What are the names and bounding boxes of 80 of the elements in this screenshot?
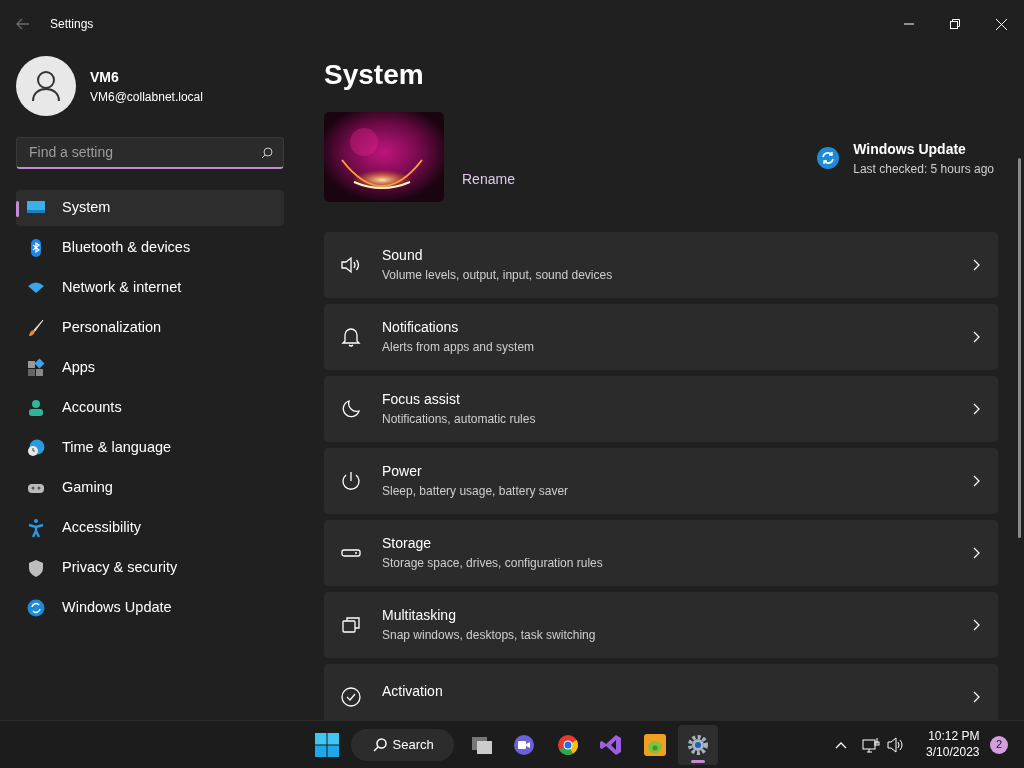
sidebar-item[interactable]: Accounts bbox=[16, 390, 284, 426]
update-title[interactable]: Windows Update bbox=[853, 138, 994, 160]
gear-icon bbox=[686, 732, 711, 757]
sync-icon bbox=[26, 598, 46, 618]
search-input[interactable]: Find a setting bbox=[27, 141, 261, 164]
sidebar-item[interactable]: System bbox=[16, 190, 284, 226]
settings-card[interactable]: Focus assist Notifications, automatic rules bbox=[324, 375, 998, 442]
windows-logo-icon bbox=[315, 732, 339, 757]
bell-icon bbox=[340, 325, 362, 348]
card-title: Sound bbox=[382, 246, 424, 266]
person-icon bbox=[26, 398, 46, 418]
studio-icon bbox=[599, 732, 624, 757]
notification-count[interactable]: 2 bbox=[990, 735, 1008, 754]
network-icon[interactable] bbox=[862, 736, 881, 753]
close-icon bbox=[995, 18, 1007, 30]
user-name: VM6 bbox=[90, 67, 120, 87]
card-subtitle: Alerts from apps and system bbox=[382, 339, 536, 357]
sidebar-item[interactable]: Privacy & security bbox=[16, 550, 284, 586]
sidebar-item[interactable]: Apps bbox=[16, 350, 284, 386]
user-avatar bbox=[16, 56, 76, 116]
sidebar-item[interactable]: Bluetooth & devices bbox=[16, 230, 284, 266]
shield-icon bbox=[26, 558, 46, 578]
sidebar-item[interactable]: Accessibility bbox=[16, 510, 284, 546]
sidebar-item[interactable]: Network & internet bbox=[16, 270, 284, 306]
card-subtitle: Notifications, automatic rules bbox=[382, 411, 537, 429]
clock-time[interactable]: 10:12 PM bbox=[926, 728, 980, 745]
taskbar-app-button[interactable] bbox=[678, 724, 719, 765]
card-title: Storage bbox=[382, 534, 433, 554]
chevron-up-icon[interactable] bbox=[835, 740, 848, 749]
window-title: Settings bbox=[50, 16, 94, 33]
card-title: Power bbox=[382, 462, 423, 482]
video-chat-icon bbox=[512, 732, 537, 757]
card-title: Notifications bbox=[382, 318, 460, 338]
restore-icon bbox=[950, 19, 960, 29]
chevron-right-icon bbox=[973, 690, 980, 703]
page-title: System bbox=[324, 58, 425, 92]
search-button[interactable]: Search bbox=[350, 728, 454, 761]
sidebar-item[interactable]: Gaming bbox=[16, 470, 284, 506]
scrollbar[interactable] bbox=[1018, 158, 1021, 538]
chevron-right-icon bbox=[973, 258, 980, 271]
accessibility-icon bbox=[26, 518, 46, 538]
globe-clock-icon bbox=[26, 438, 46, 458]
settings-card[interactable]: Activation bbox=[324, 663, 998, 720]
browser-icon bbox=[555, 732, 580, 757]
settings-card[interactable]: Multitasking Snap windows, desktops, task switching bbox=[324, 591, 998, 658]
volume-icon[interactable] bbox=[887, 736, 906, 753]
chevron-right-icon bbox=[973, 618, 980, 631]
sidebar-item[interactable]: Personalization bbox=[16, 310, 284, 346]
search-icon bbox=[372, 737, 387, 752]
power-icon bbox=[340, 469, 362, 492]
chevron-right-icon bbox=[973, 546, 980, 559]
sync-icon bbox=[817, 146, 840, 169]
settings-card[interactable]: Power Sleep, battery usage, battery saver bbox=[324, 447, 998, 514]
apps-icon bbox=[26, 358, 46, 378]
game-icon bbox=[642, 732, 667, 757]
card-subtitle: Snap windows, desktops, task switching bbox=[382, 627, 597, 645]
settings-card[interactable]: Sound Volume levels, output, input, sound devices bbox=[324, 231, 998, 298]
sidebar-item[interactable]: Time & language bbox=[16, 430, 284, 466]
chevron-right-icon bbox=[973, 402, 980, 415]
card-title: Focus assist bbox=[382, 390, 461, 410]
card-subtitle: Sleep, battery usage, battery saver bbox=[382, 483, 570, 501]
moon-icon bbox=[340, 397, 362, 420]
card-subtitle: Storage space, drives, configuration rules bbox=[382, 555, 604, 573]
chevron-right-icon bbox=[973, 474, 980, 487]
sidebar-item[interactable]: Windows Update bbox=[16, 590, 284, 626]
card-title: Activation bbox=[382, 682, 444, 702]
update-status: Last checked: 5 hours ago bbox=[853, 160, 994, 178]
search-field[interactable]: Find a setting bbox=[16, 137, 284, 169]
card-title: Multitasking bbox=[382, 606, 457, 626]
settings-card[interactable]: Notifications Alerts from apps and system bbox=[324, 303, 998, 370]
rename-link[interactable]: Rename bbox=[462, 168, 515, 190]
settings-card[interactable]: Storage Storage space, drives, configuration rules bbox=[324, 519, 998, 586]
back-icon[interactable] bbox=[16, 18, 30, 30]
brush-icon bbox=[26, 318, 46, 338]
check-circle-icon bbox=[340, 685, 362, 708]
chevron-right-icon bbox=[973, 330, 980, 343]
clock-date[interactable]: 3/10/2023 bbox=[926, 744, 980, 761]
card-subtitle: Volume levels, output, input, sound devices bbox=[382, 267, 614, 285]
user-email: VM6@collabnet.local bbox=[90, 88, 203, 106]
search-icon bbox=[261, 146, 273, 159]
